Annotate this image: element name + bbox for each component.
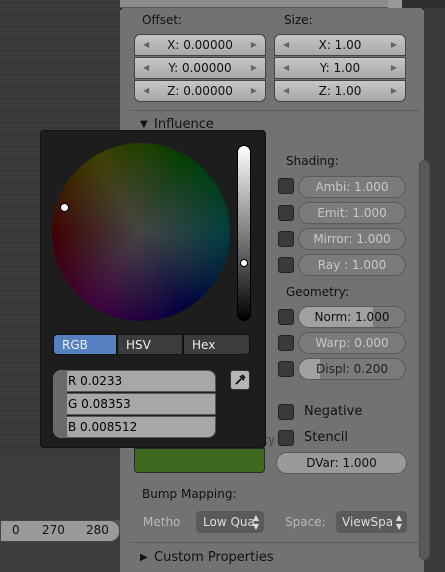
warp-checkbox[interactable]	[278, 335, 294, 351]
size-y-field[interactable]: ◀ Y: 1.00 ▶	[274, 57, 406, 79]
emit-checkbox[interactable]	[278, 205, 294, 221]
custom-properties-header[interactable]: Custom Properties	[154, 550, 274, 565]
ray-field[interactable]: Ray : 1.000	[298, 254, 406, 276]
influence-collapse-icon[interactable]: ▼	[140, 119, 148, 130]
eyedropper-button[interactable]	[230, 370, 250, 390]
tick-label-0: 0	[12, 523, 20, 537]
displ-field[interactable]: Displ: 0.200	[298, 358, 406, 380]
divider	[130, 542, 420, 543]
dropdown-arrows-icon: ▲ ▼	[252, 513, 259, 531]
size-z-field[interactable]: ◀ Z: 1.00 ▶	[274, 80, 406, 102]
geometry-label: Geometry:	[286, 285, 350, 299]
ambi-field[interactable]: Ambi: 1.000	[298, 176, 406, 198]
tab-hsv[interactable]: HSV	[117, 334, 183, 355]
warp-field[interactable]: Warp: 0.000	[298, 332, 406, 354]
shading-label: Shading:	[286, 154, 339, 168]
offset-z-field[interactable]: ◀ Z: 0.00000 ▶	[134, 80, 266, 102]
eyedropper-icon	[235, 374, 246, 385]
tick-label-280: 280	[86, 523, 109, 537]
blue-field[interactable]: B 0.008512	[53, 416, 216, 438]
stencil-label: Stencil	[304, 430, 348, 445]
displ-checkbox[interactable]	[278, 361, 294, 377]
scrollbar-thumb[interactable]	[419, 160, 430, 560]
expand-icon[interactable]: ▶	[140, 552, 148, 563]
value-slider[interactable]	[237, 145, 251, 321]
timeline-area[interactable]	[0, 458, 120, 572]
offset-x-field[interactable]: ◀ X: 0.00000 ▶	[134, 34, 266, 56]
mirror-field[interactable]: Mirror: 1.000	[298, 228, 406, 250]
stencil-checkbox[interactable]	[278, 430, 294, 446]
ray-checkbox[interactable]	[278, 257, 294, 273]
size-label: Size:	[284, 13, 313, 27]
method-dropdown[interactable]: Low Qua ▲ ▼	[196, 511, 264, 533]
value-slider-knob[interactable]	[240, 259, 248, 267]
tab-rgb[interactable]: RGB	[53, 334, 117, 355]
emit-field[interactable]: Emit: 1.000	[298, 202, 406, 224]
size-x-field[interactable]: ◀ X: 1.00 ▶	[274, 34, 406, 56]
offset-label: Offset:	[142, 13, 183, 27]
color-wheel-cursor[interactable]	[60, 203, 69, 212]
color-swatch[interactable]	[134, 448, 265, 473]
red-field[interactable]: R 0.0233	[53, 370, 216, 392]
ambi-checkbox[interactable]	[278, 178, 294, 194]
negative-checkbox[interactable]	[278, 404, 294, 420]
color-wheel[interactable]	[52, 143, 230, 321]
green-field[interactable]: G 0.08353	[53, 393, 216, 415]
negative-label: Negative	[304, 404, 363, 419]
dropdown-arrows-icon: ▲ ▼	[395, 513, 402, 531]
divider	[130, 110, 420, 111]
channel-fill	[53, 370, 67, 438]
dvar-field[interactable]: DVar: 1.000	[276, 452, 407, 474]
tick-label-270: 270	[42, 523, 65, 537]
offset-y-field[interactable]: ◀ Y: 0.00000 ▶	[134, 57, 266, 79]
panel-corner	[388, 0, 402, 8]
method-label: Metho	[143, 515, 181, 529]
norm-field[interactable]: Norm: 1.000	[298, 306, 406, 328]
norm-checkbox[interactable]	[278, 309, 294, 325]
mirror-checkbox[interactable]	[278, 231, 294, 247]
tab-hex[interactable]: Hex	[183, 334, 250, 355]
space-label: Space:	[285, 515, 326, 529]
bump-mapping-label: Bump Mapping:	[142, 487, 237, 501]
space-dropdown[interactable]: ViewSpa ▲ ▼	[336, 511, 407, 533]
